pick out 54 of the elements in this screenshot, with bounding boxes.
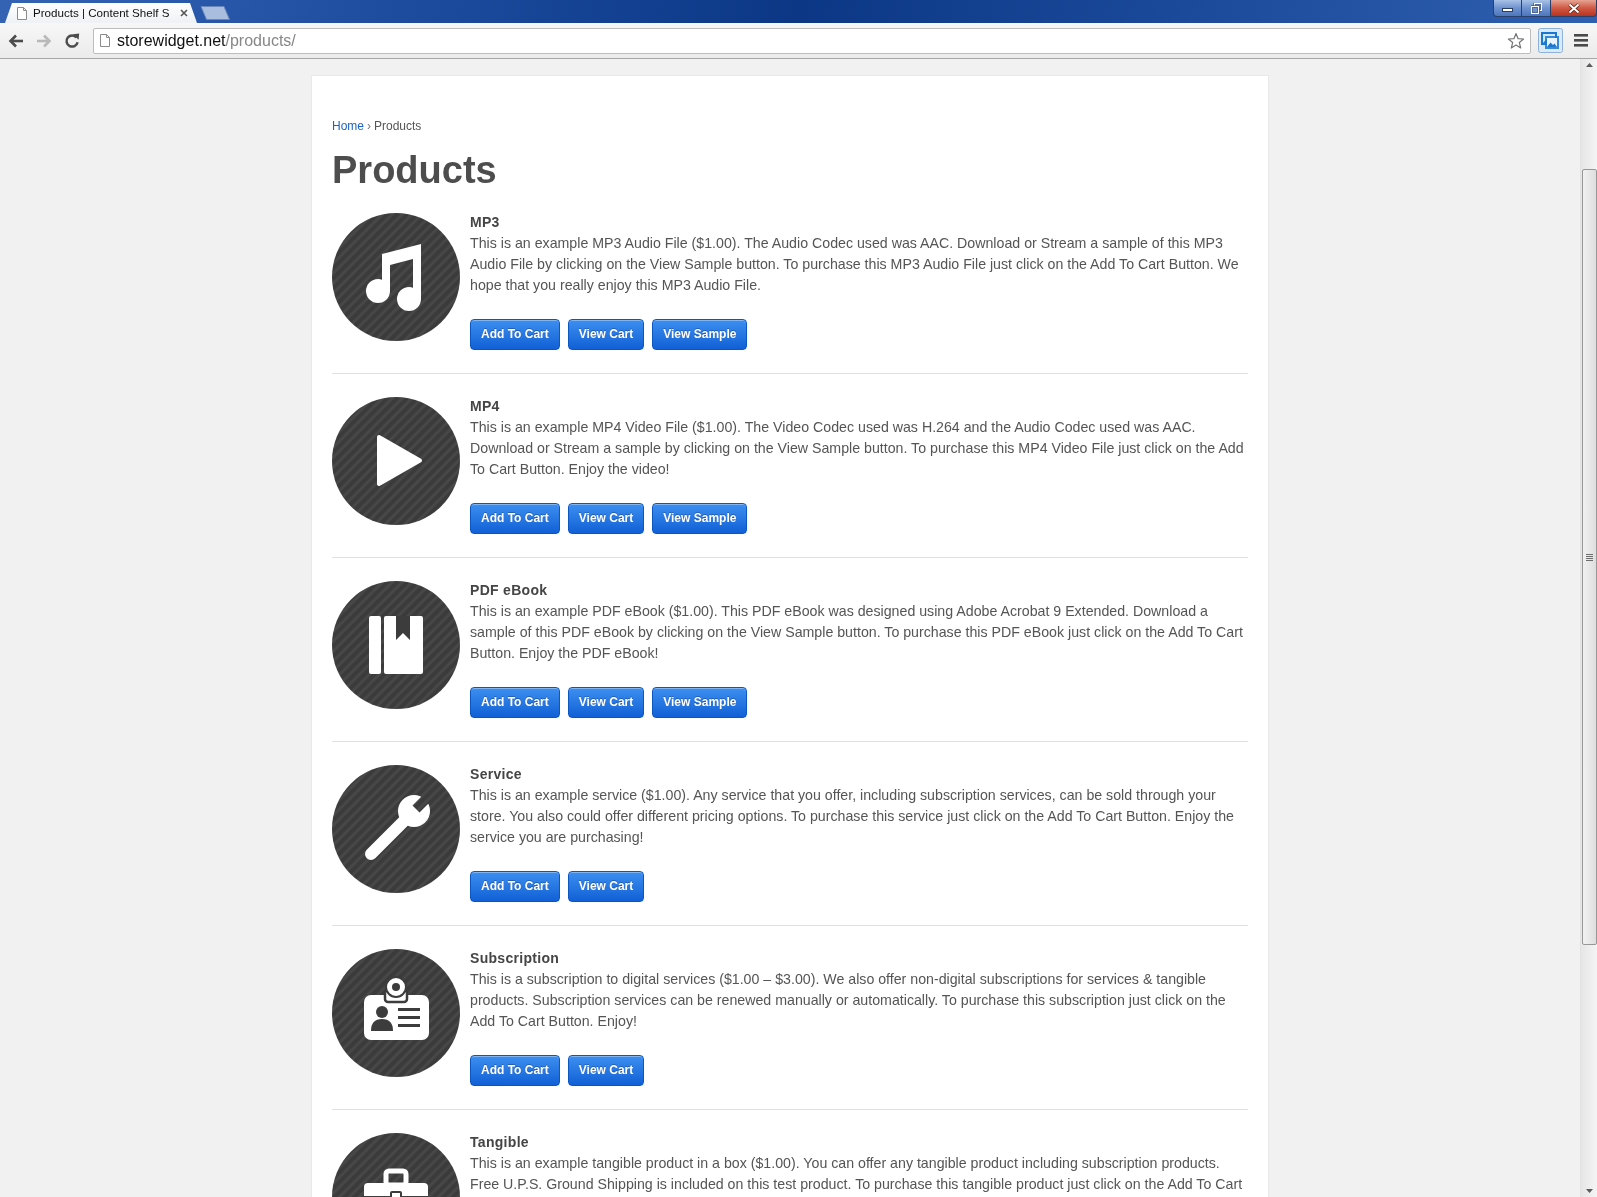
product-action-button[interactable]: Add To Cart bbox=[470, 503, 560, 534]
product-action-button[interactable]: View Cart bbox=[567, 503, 645, 534]
menu-icon[interactable] bbox=[1573, 32, 1589, 49]
product-action-button[interactable]: Add To Cart bbox=[470, 1055, 560, 1086]
book-icon bbox=[332, 581, 460, 709]
wrench-icon bbox=[332, 765, 460, 893]
product-description: This is an example PDF eBook ($1.00). This PDF eBook was designed using Adobe Acrobat 9 Extended. Download a sample of this PDF eBook by clicking on the View Sample button. To purchase this PDF eBook just click on the Add To Cart Button. Enjoy the PDF eBook! bbox=[470, 602, 1244, 663]
page-icon bbox=[100, 34, 110, 47]
product-action-button[interactable]: View Cart bbox=[567, 319, 645, 350]
breadcrumb-separator: › bbox=[367, 119, 371, 133]
product-action-button[interactable]: View Cart bbox=[567, 1055, 645, 1086]
star-icon[interactable] bbox=[1507, 31, 1525, 50]
close-icon bbox=[1567, 2, 1580, 14]
product-description: This is an example tangible product in a box ($1.00). You can offer any tangible product including subscription products. Free U.P.S. Ground Shipping is included on this test product. To purchase this tangible product just click on the Add To Cart bbox=[470, 1154, 1244, 1194]
product-action-button[interactable]: View Cart bbox=[567, 687, 645, 718]
id-badge-icon bbox=[332, 949, 460, 1077]
product-title: Subscription bbox=[470, 949, 561, 967]
minimize-button[interactable] bbox=[1493, 0, 1522, 17]
close-icon[interactable] bbox=[180, 9, 188, 17]
scrollbar-grip-icon bbox=[1585, 553, 1593, 561]
scroll-down-arrow-icon[interactable] bbox=[1584, 1188, 1594, 1194]
product-action-button[interactable]: Add To Cart bbox=[470, 319, 560, 350]
restore-button[interactable] bbox=[1522, 0, 1551, 17]
scroll-up-arrow-icon[interactable] bbox=[1584, 62, 1594, 68]
product-title: Service bbox=[470, 765, 523, 783]
product-description: This is a subscription to digital services ($1.00 – $3.00). We also offer non-digital subscriptions for services & tangible products. Subscription services can be renewed manually or automatically. To purchase this subscription just click on the Add To Cart Button. Enjoy! bbox=[470, 970, 1227, 1031]
product-action-button[interactable]: View Cart bbox=[567, 871, 645, 902]
scrollbar-thumb[interactable] bbox=[1581, 169, 1597, 945]
product-title: PDF eBook bbox=[470, 581, 549, 599]
picture-icon[interactable] bbox=[1538, 28, 1563, 53]
reload-icon[interactable] bbox=[63, 31, 81, 50]
page-icon bbox=[17, 6, 27, 20]
page-title: Products bbox=[332, 148, 498, 193]
breadcrumb-current: Products bbox=[374, 119, 422, 133]
product-description: This is an example MP3 Audio File ($1.00). The Audio Codec used was AAC. Download or Stream a sample of this MP3 Audio File by clicking on the View Sample button. To purchase this MP3 Audio File just click on the Add To Cart Button. We hope that you really enjoy this MP3 Audio File. bbox=[470, 234, 1240, 295]
play-icon bbox=[332, 397, 460, 525]
browser-tab[interactable]: Products | Content Shelf S bbox=[5, 3, 197, 23]
breadcrumb-link[interactable]: Home bbox=[332, 119, 364, 133]
music-note-icon bbox=[332, 213, 460, 341]
product-action-button[interactable]: Add To Cart bbox=[470, 687, 560, 718]
scrollbar-track[interactable] bbox=[1580, 59, 1597, 1197]
product-title: Tangible bbox=[470, 1133, 530, 1151]
product-action-button[interactable]: Add To Cart bbox=[470, 871, 560, 902]
product-action-button[interactable]: View Sample bbox=[652, 503, 748, 534]
product-action-button[interactable]: View Sample bbox=[652, 319, 748, 350]
new-tab-button[interactable] bbox=[200, 6, 230, 20]
product-action-button[interactable]: View Sample bbox=[652, 687, 748, 718]
product-title: MP4 bbox=[470, 397, 501, 415]
product-title: MP3 bbox=[470, 213, 501, 231]
product-description: This is an example MP4 Video File ($1.00). The Video Codec used was H.264 and the Audio Codec used was AAC. Download or Stream a sample by clicking on the View Sample button. To purchase this MP4 Video File just click on the Add To Cart Button. Enjoy the video! bbox=[470, 418, 1245, 479]
address-bar[interactable]: storewidget.net/products/ bbox=[93, 27, 1531, 54]
product-description: This is an example service ($1.00). Any service that you offer, including subscription services, can be sold through your store. You also could offer different pricing options. To purchase this service just click on the Add To Cart Button. Enjoy the service you are purchasing! bbox=[470, 786, 1235, 847]
restore-icon bbox=[1530, 2, 1542, 14]
close-button[interactable] bbox=[1551, 0, 1597, 17]
